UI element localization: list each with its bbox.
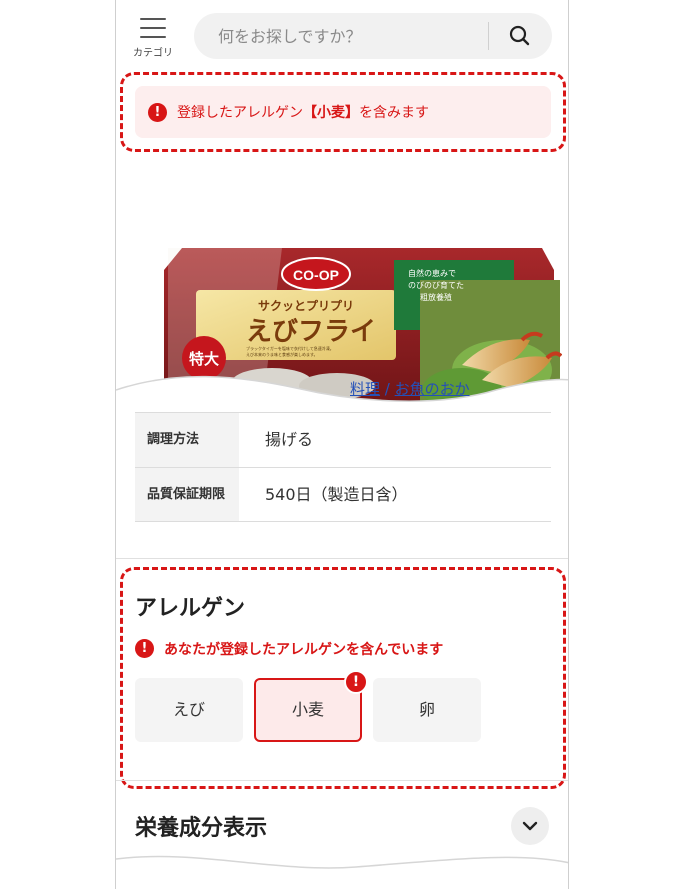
- spec-value: 540日（製造日含）: [265, 485, 408, 504]
- search-icon: [509, 25, 530, 46]
- exclamation-icon: !: [344, 670, 368, 694]
- torn-edge-bottom: [116, 855, 568, 889]
- side-text-2: のびのび育てた: [408, 280, 464, 290]
- allergen-chip-egg: 卵: [373, 678, 481, 742]
- allergen-chip-ebi: えび: [135, 678, 243, 742]
- product-small-print-2: えび本来のうま味と食感が楽しめます。: [246, 351, 318, 357]
- allergen-warning-text: あなたが登録したアレルゲンを含んでいます: [164, 642, 444, 658]
- search-divider: [488, 22, 489, 50]
- section-divider: [116, 780, 568, 781]
- spec-row: 調理方法 揚げる: [135, 412, 551, 467]
- spec-value: 揚げる: [265, 430, 314, 449]
- search-button[interactable]: [500, 22, 540, 50]
- spec-key: 調理方法: [135, 413, 239, 467]
- section-divider: [116, 558, 568, 559]
- exclamation-icon: !: [148, 103, 167, 122]
- nutrition-expand-button[interactable]: [511, 807, 549, 845]
- hamburger-icon: [140, 18, 166, 38]
- side-text-1: 自然の恵みで: [408, 268, 456, 278]
- allergen-chip-label: 小麦: [291, 700, 324, 719]
- category-menu-label: カテゴリ: [133, 48, 173, 59]
- chevron-down-icon: [522, 821, 538, 831]
- search-bar: [194, 13, 552, 59]
- phone-frame: カテゴリ ! 登録したアレルゲン【小麦】を含みます: [115, 0, 569, 889]
- allergen-warning: ! あなたが登録したアレルゲンを含んでいます: [135, 638, 535, 660]
- side-text-3: 粗放養殖: [420, 292, 452, 302]
- product-name: えびフライ: [246, 317, 376, 347]
- allergen-alert-message: 登録したアレルゲン【小麦】を含みます: [177, 105, 429, 121]
- spec-key: 品質保証期限: [135, 468, 239, 521]
- allergen-section-title: アレルゲン: [135, 596, 246, 621]
- nutrition-section-title: 栄養成分表示: [135, 816, 268, 841]
- spec-table: 調理方法 揚げる 品質保証期限 540日（製造日含）: [135, 412, 551, 522]
- allergen-alert-banner: ! 登録したアレルゲン【小麦】を含みます: [135, 86, 551, 138]
- search-input[interactable]: [218, 13, 478, 59]
- spec-row: 品質保証期限 540日（製造日含）: [135, 467, 551, 522]
- product-small-print-1: ブラックタイガーを塩味で衣付けして急速冷凍。: [246, 345, 334, 351]
- product-tagline: サクッとプリプリ: [258, 298, 354, 313]
- allergen-chip-label: えび: [172, 700, 205, 719]
- allergen-chip-label: 卵: [418, 700, 435, 719]
- category-menu-button[interactable]: カテゴリ: [132, 14, 173, 60]
- exclamation-icon: !: [135, 639, 154, 658]
- torn-edge-overlay: [116, 360, 569, 400]
- allergen-chip-wheat: 小麦 !: [254, 670, 368, 742]
- product-brand: CO-OP: [293, 267, 339, 283]
